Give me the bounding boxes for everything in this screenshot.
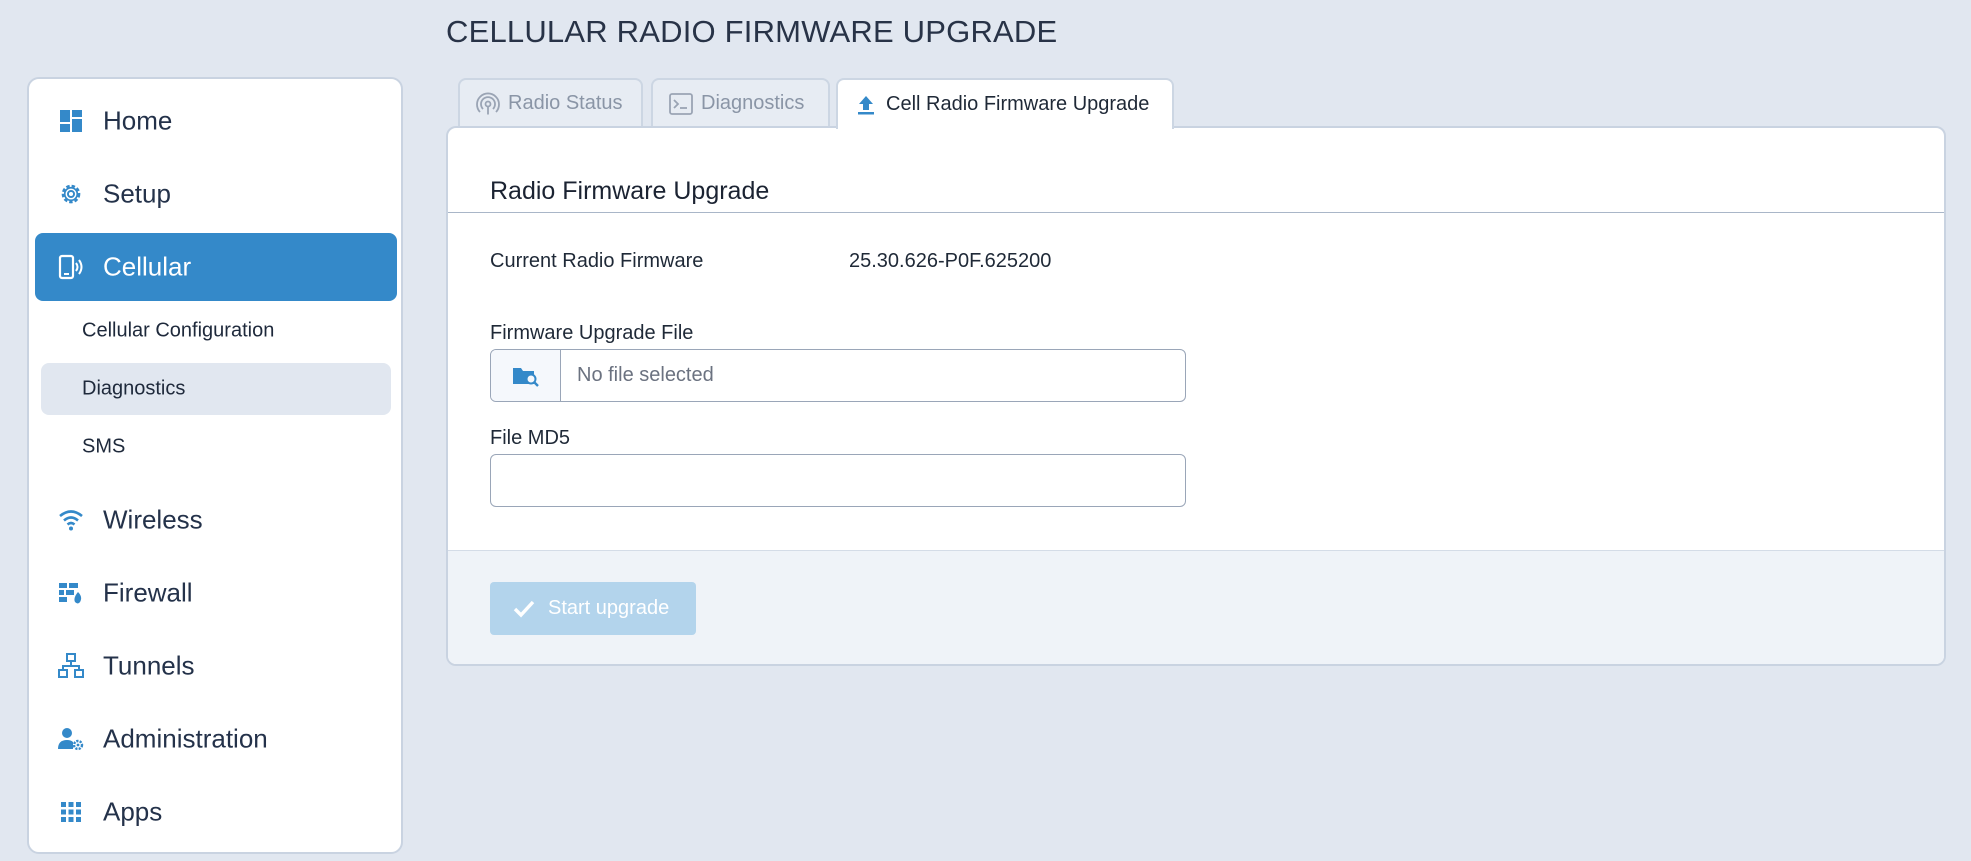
tab-diagnostics[interactable]: Diagnostics	[651, 78, 830, 127]
panel-footer: Start upgrade	[448, 550, 1944, 664]
sidebar-item-administration[interactable]: Administration	[35, 705, 397, 773]
sidebar-item-firewall[interactable]: Firewall	[35, 559, 397, 627]
sidebar-item-wireless[interactable]: Wireless	[35, 486, 397, 554]
tab-label: Diagnostics	[701, 92, 805, 114]
sidebar-item-apps[interactable]: Apps	[35, 778, 397, 846]
sidebar-item-label: Firewall	[103, 577, 193, 608]
sidebar-item-cellular[interactable]: Cellular	[35, 233, 397, 301]
sidebar-subitem-diagnostics[interactable]: Diagnostics	[41, 363, 391, 415]
start-upgrade-button[interactable]: Start upgrade	[490, 582, 696, 635]
terminal-icon	[669, 92, 693, 116]
md5-label: File MD5	[490, 427, 571, 449]
tab-cell-radio-firmware-upgrade[interactable]: Cell Radio Firmware Upgrade	[836, 78, 1174, 129]
sidebar: Home Setup Cellular Cellular Configurati…	[27, 77, 403, 854]
browse-file-button[interactable]	[491, 350, 561, 401]
page-title: CELLULAR RADIO FIRMWARE UPGRADE	[446, 14, 1058, 49]
sidebar-subitem-cellular-configuration[interactable]: Cellular Configuration	[41, 305, 391, 357]
sidebar-subitem-sms[interactable]: SMS	[41, 421, 391, 473]
wifi-icon	[57, 506, 85, 534]
current-firmware-label: Current Radio Firmware	[490, 250, 704, 272]
heading-divider	[448, 212, 1944, 213]
apps-grid-icon	[57, 798, 85, 826]
sidebar-item-setup[interactable]: Setup	[35, 160, 397, 228]
tab-radio-status[interactable]: Radio Status	[458, 78, 643, 127]
upgrade-file-input[interactable]: No file selected	[490, 349, 1186, 402]
dashboard-icon	[57, 107, 85, 135]
gear-icon	[57, 180, 85, 208]
firewall-icon	[57, 579, 85, 607]
tab-label: Cell Radio Firmware Upgrade	[886, 93, 1150, 115]
firmware-upgrade-panel: Radio Firmware Upgrade Current Radio Fir…	[446, 126, 1946, 666]
sidebar-item-label: Home	[103, 105, 173, 136]
sidebar-subitem-label: Cellular Configuration	[82, 319, 275, 342]
sidebar-item-label: Wireless	[103, 504, 203, 535]
current-firmware-value: 25.30.626-P0F.625200	[849, 250, 1052, 272]
sidebar-item-tunnels[interactable]: Tunnels	[35, 632, 397, 700]
upload-icon	[854, 93, 878, 117]
sidebar-item-label: Administration	[103, 723, 268, 754]
sidebar-subitem-label: Diagnostics	[82, 377, 186, 400]
user-gear-icon	[57, 725, 85, 753]
md5-input[interactable]	[490, 454, 1186, 507]
sidebar-subitem-label: SMS	[82, 435, 126, 458]
radio-signal-icon	[476, 92, 500, 116]
upgrade-file-label: Firmware Upgrade File	[490, 322, 694, 344]
file-name-text: No file selected	[577, 364, 714, 386]
folder-search-icon	[512, 365, 540, 387]
sidebar-item-label: Tunnels	[103, 650, 195, 681]
sidebar-item-label: Setup	[103, 178, 171, 209]
start-upgrade-label: Start upgrade	[548, 597, 670, 619]
cellular-device-icon	[57, 253, 85, 281]
sidebar-item-label: Apps	[103, 796, 163, 827]
panel-heading: Radio Firmware Upgrade	[490, 177, 770, 205]
sidebar-item-label: Cellular	[103, 251, 192, 282]
tab-label: Radio Status	[508, 92, 623, 114]
checkmark-icon	[512, 597, 536, 621]
sidebar-item-home[interactable]: Home	[35, 87, 397, 155]
network-icon	[57, 652, 85, 680]
